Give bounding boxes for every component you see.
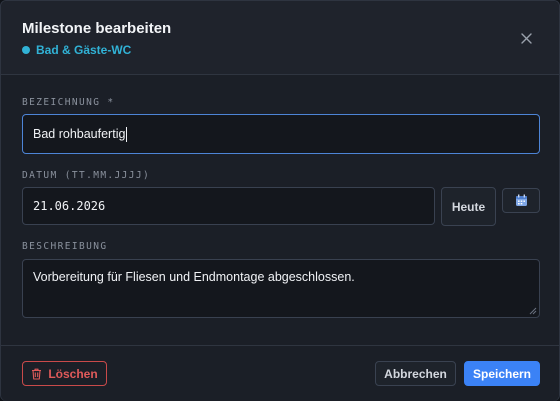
date-input-value: 21.06.2026 xyxy=(33,199,106,213)
save-button-label: Speichern xyxy=(472,366,532,381)
dialog-title: Milestone bearbeiten xyxy=(22,20,172,37)
dialog-footer: Löschen Abbrechen Speichern xyxy=(1,345,559,401)
trash-icon xyxy=(32,368,42,380)
description-textarea[interactable]: Vorbereitung für Fliesen und Endmontage … xyxy=(22,259,540,318)
description-label: BESCHREIBUNG xyxy=(22,241,108,252)
milestone-edit-dialog: Milestone bearbeiten Bad & Gäste-WC BEZE… xyxy=(0,0,560,401)
close-button[interactable] xyxy=(515,27,537,49)
calendar-icon xyxy=(515,194,527,206)
delete-button[interactable]: Löschen xyxy=(22,361,107,386)
calendar-button[interactable] xyxy=(502,188,540,213)
name-input-value: Bad rohbaufertig xyxy=(33,127,126,141)
dialog-header: Milestone bearbeiten Bad & Gäste-WC xyxy=(1,1,559,75)
save-button[interactable]: Speichern xyxy=(464,361,540,386)
dot-icon xyxy=(22,46,30,54)
resize-handle-icon[interactable] xyxy=(529,307,537,315)
today-button-label: Heute xyxy=(451,199,486,214)
delete-button-label: Löschen xyxy=(48,366,98,381)
date-label: DATUM (TT.MM.JJJJ) xyxy=(22,170,151,181)
name-input[interactable]: Bad rohbaufertig xyxy=(22,114,540,154)
subtitle-text: Bad & Gäste-WC xyxy=(36,43,132,57)
cancel-button-label: Abbrechen xyxy=(384,366,447,381)
text-caret xyxy=(126,126,128,142)
name-label: BEZEICHNUNG * xyxy=(22,97,115,108)
date-input[interactable]: 21.06.2026 xyxy=(22,187,435,225)
cancel-button[interactable]: Abbrechen xyxy=(375,361,456,386)
description-value: Vorbereitung für Fliesen und Endmontage … xyxy=(33,270,355,284)
close-icon xyxy=(520,32,532,44)
today-button[interactable]: Heute xyxy=(441,187,496,226)
dialog-subtitle: Bad & Gäste-WC xyxy=(22,43,131,57)
